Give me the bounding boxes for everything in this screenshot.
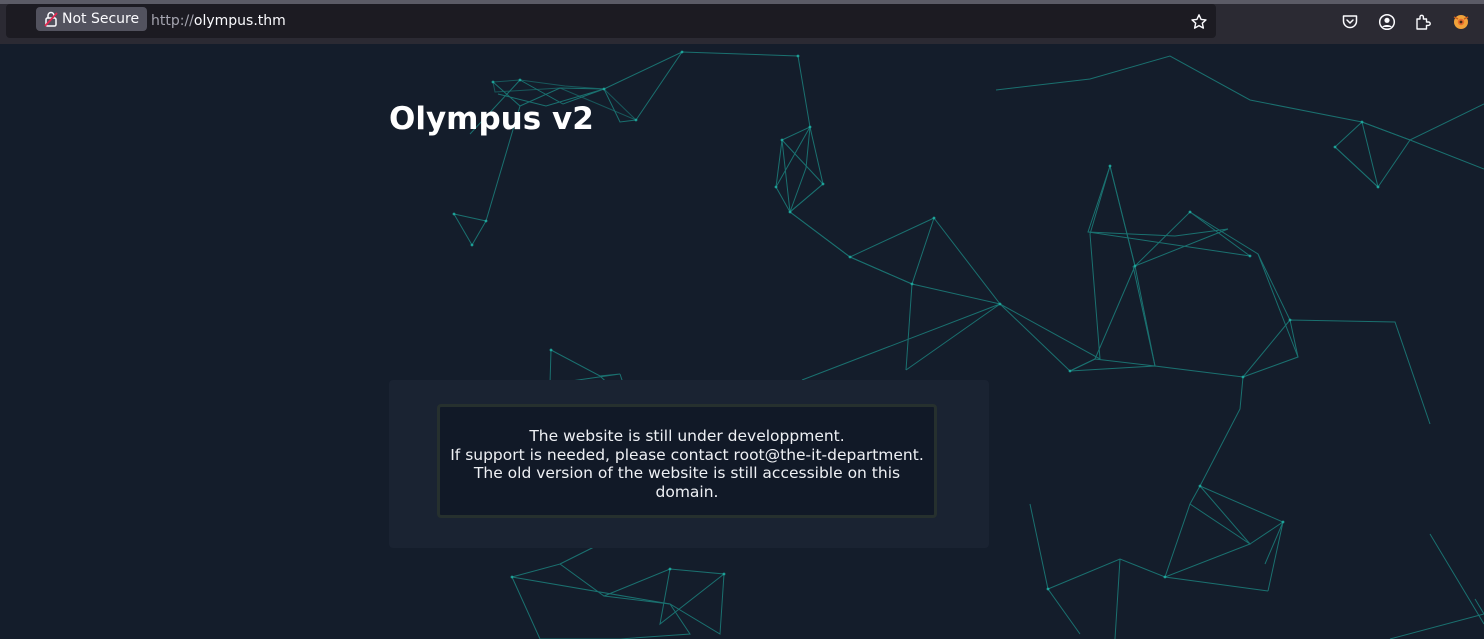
foxyproxy-icon[interactable] [1452,13,1470,31]
notice-line: The old version of the website is still … [473,464,901,501]
notice-line: If support is needed, please contact roo… [450,445,924,464]
pocket-icon[interactable] [1341,13,1359,31]
network-background [452,50,1484,639]
browser-toolbar: Not Secure http://olympus.thm [0,0,1484,44]
extensions-icon[interactable] [1414,13,1432,31]
url-text[interactable]: http://olympus.thm [151,12,286,30]
lock-icon [44,11,58,27]
account-icon[interactable] [1378,13,1396,31]
notice-line: The website is still under developpment. [529,427,845,445]
content-panel: The website is still under developpment.… [389,380,989,548]
star-icon[interactable] [1190,13,1208,31]
security-label: Not Secure [62,11,140,27]
url-host: olympus.thm [193,13,286,29]
notice-box: The website is still under developpment.… [437,404,937,518]
page-body: Olympus v2 The website is still under de… [0,44,1484,639]
not-secure-badge[interactable]: Not Secure [36,7,148,31]
url-protocol: http:// [151,13,194,29]
page-title: Olympus v2 [389,101,594,137]
